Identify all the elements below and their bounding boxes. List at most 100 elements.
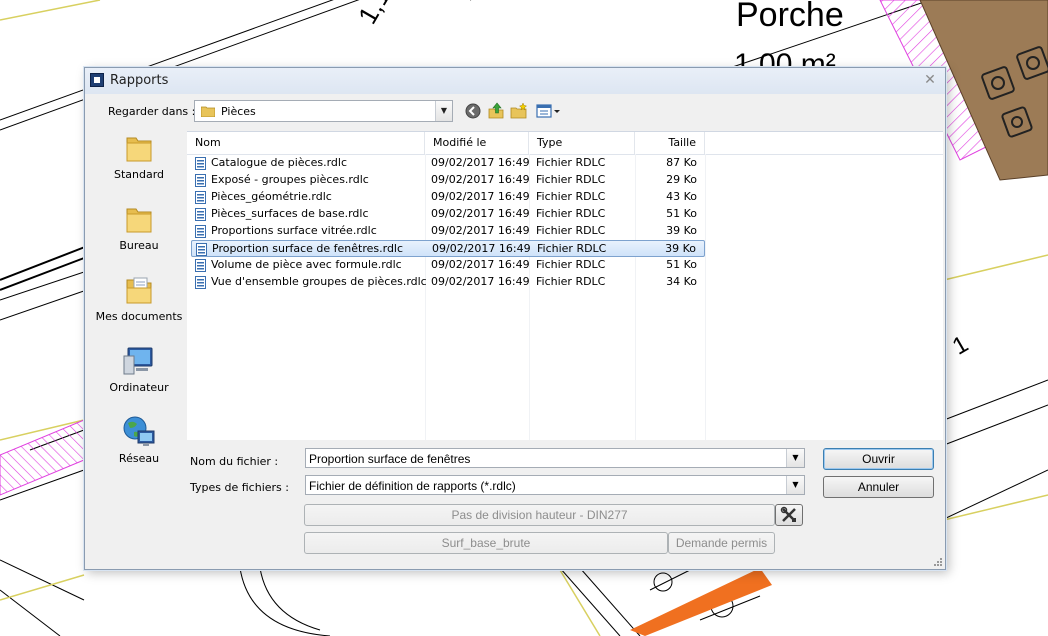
report-file-icon [195,174,206,187]
file-type: Fichier RDLC [536,258,606,271]
report-file-icon [195,259,206,272]
file-row[interactable]: Proportion surface de fenêtres.rdlc 09/02… [191,240,705,257]
cad-room-label: Porche [736,0,844,34]
column-header-type[interactable]: Type [529,132,635,154]
title-bar[interactable]: Rapports ✕ [85,68,945,94]
tools-icon [780,506,796,522]
tools-button[interactable] [775,504,803,526]
new-folder-icon[interactable] [510,102,528,120]
file-name: Catalogue de pièces.rdlc [211,156,347,169]
look-in-label: Regarder dans : [108,105,196,118]
folder-icon [126,137,152,162]
chevron-down-icon[interactable]: ▼ [786,449,804,467]
file-type: Fichier RDLC [536,207,606,220]
place-label: Standard [113,168,165,181]
report-file-icon [195,276,206,289]
file-type: Fichier RDLC [537,242,607,255]
view-menu-icon[interactable] [535,102,561,120]
column-header-size[interactable]: Taille [635,132,705,154]
column-header-name[interactable]: Nom [187,132,425,154]
file-modified: 09/02/2017 16:49 [431,156,530,169]
file-type: Fichier RDLC [536,156,606,169]
file-name: Pièces_surfaces de base.rdlc [211,207,369,220]
file-type: Fichier RDLC [536,190,606,203]
file-type: Fichier RDLC [536,224,606,237]
network-globe-icon [123,416,155,446]
report-file-icon [195,225,206,238]
close-button[interactable]: ✕ [921,71,939,89]
column-divider [705,154,706,440]
place-label: Réseau [118,452,160,465]
file-row[interactable]: Pièces_surfaces de base.rdlc 09/02/2017 1… [191,206,705,223]
report-file-icon [195,157,206,170]
file-row[interactable]: Catalogue de pièces.rdlc 09/02/2017 16:49… [191,155,705,172]
file-modified: 09/02/2017 16:49 [431,258,530,271]
app-icon [90,73,104,87]
file-modified: 09/02/2017 16:49 [431,190,530,203]
file-modified: 09/02/2017 16:49 [431,173,530,186]
place-bureau[interactable]: Bureau [89,201,189,252]
file-row[interactable]: Proportions surface vitrée.rdlc 09/02/201… [191,223,705,240]
file-name: Vue d'ensemble groupes de pièces.rdlc [211,275,427,288]
look-in-dropdown[interactable]: Pièces ▼ [194,100,453,122]
window-title: Rapports [110,73,169,88]
file-size: 39 Ko [666,224,697,237]
resize-grip-icon[interactable] [933,557,943,567]
back-icon[interactable] [464,102,482,120]
place-mes-documents[interactable]: Mes documents [89,272,189,323]
look-in-value: Pièces [221,105,256,118]
place-label: Mes documents [95,310,183,323]
place-label: Bureau [119,239,159,252]
up-folder-icon[interactable] [487,102,505,120]
file-name: Exposé - groupes pièces.rdlc [211,173,369,186]
file-row[interactable]: Exposé - groupes pièces.rdlc 09/02/2017 1… [191,172,705,189]
height-division-button[interactable]: Pas de division hauteur - DIN277 [304,504,775,526]
cancel-button[interactable]: Annuler [823,476,934,498]
report-file-icon [195,208,206,221]
file-name: Volume de pièce avec formule.rdlc [211,258,402,271]
file-size: 34 Ko [666,275,697,288]
documents-folder-icon [126,277,152,304]
filetypes-value: Fichier de définition de rapports (*.rdl… [309,479,516,493]
file-size: 51 Ko [666,207,697,220]
open-button[interactable]: Ouvrir [823,448,934,470]
file-size: 39 Ko [665,242,696,255]
place-label: Ordinateur [109,381,169,394]
place-reseau[interactable]: Réseau [89,414,189,465]
file-size: 29 Ko [666,173,697,186]
file-row[interactable]: Volume de pièce avec formule.rdlc 09/02/2… [191,257,705,274]
file-name: Proportions surface vitrée.rdlc [211,224,377,237]
place-ordinateur[interactable]: Ordinateur [89,343,189,394]
permit-request-button[interactable]: Demande permis [668,532,775,554]
folder-icon [126,208,152,233]
report-file-icon [196,243,207,256]
computer-icon [123,347,153,375]
file-row[interactable]: Vue d'ensemble groupes de pièces.rdlc 09/… [191,274,705,291]
column-header-modified[interactable]: Modifié le [425,132,529,154]
file-list[interactable]: Nom Modifié le Type Taille Catalogue de … [187,131,943,440]
file-type: Fichier RDLC [536,173,606,186]
filetypes-label: Types de fichiers : [190,481,289,494]
report-file-icon [195,191,206,204]
filename-label: Nom du fichier : [190,455,279,468]
file-modified: 09/02/2017 16:49 [431,275,530,288]
file-size: 87 Ko [666,156,697,169]
file-size: 43 Ko [666,190,697,203]
surf-base-button[interactable]: Surf_base_brute [304,532,668,554]
file-name: Pièces_géométrie.rdlc [211,190,332,203]
chevron-down-icon[interactable]: ▼ [435,101,452,121]
file-modified: 09/02/2017 16:49 [431,207,530,220]
rapports-dialog: Rapports ✕ Regarder dans : Pièces ▼ Stan… [84,67,946,570]
chevron-down-icon[interactable]: ▼ [786,476,804,494]
file-size: 51 Ko [666,258,697,271]
file-row[interactable]: Pièces_géométrie.rdlc 09/02/2017 16:49 Fic… [191,189,705,206]
filename-input[interactable]: Proportion surface de fenêtres ▼ [305,448,805,468]
folder-icon [201,106,215,117]
filetypes-select[interactable]: Fichier de définition de rapports (*.rdl… [305,475,805,495]
filename-value: Proportion surface de fenêtres [309,452,471,466]
file-modified: 09/02/2017 16:49 [431,224,530,237]
list-header: Nom Modifié le Type Taille [187,132,943,155]
file-modified: 09/02/2017 16:49 [432,242,531,255]
place-standard[interactable]: Standard [89,130,189,181]
file-type: Fichier RDLC [536,275,606,288]
